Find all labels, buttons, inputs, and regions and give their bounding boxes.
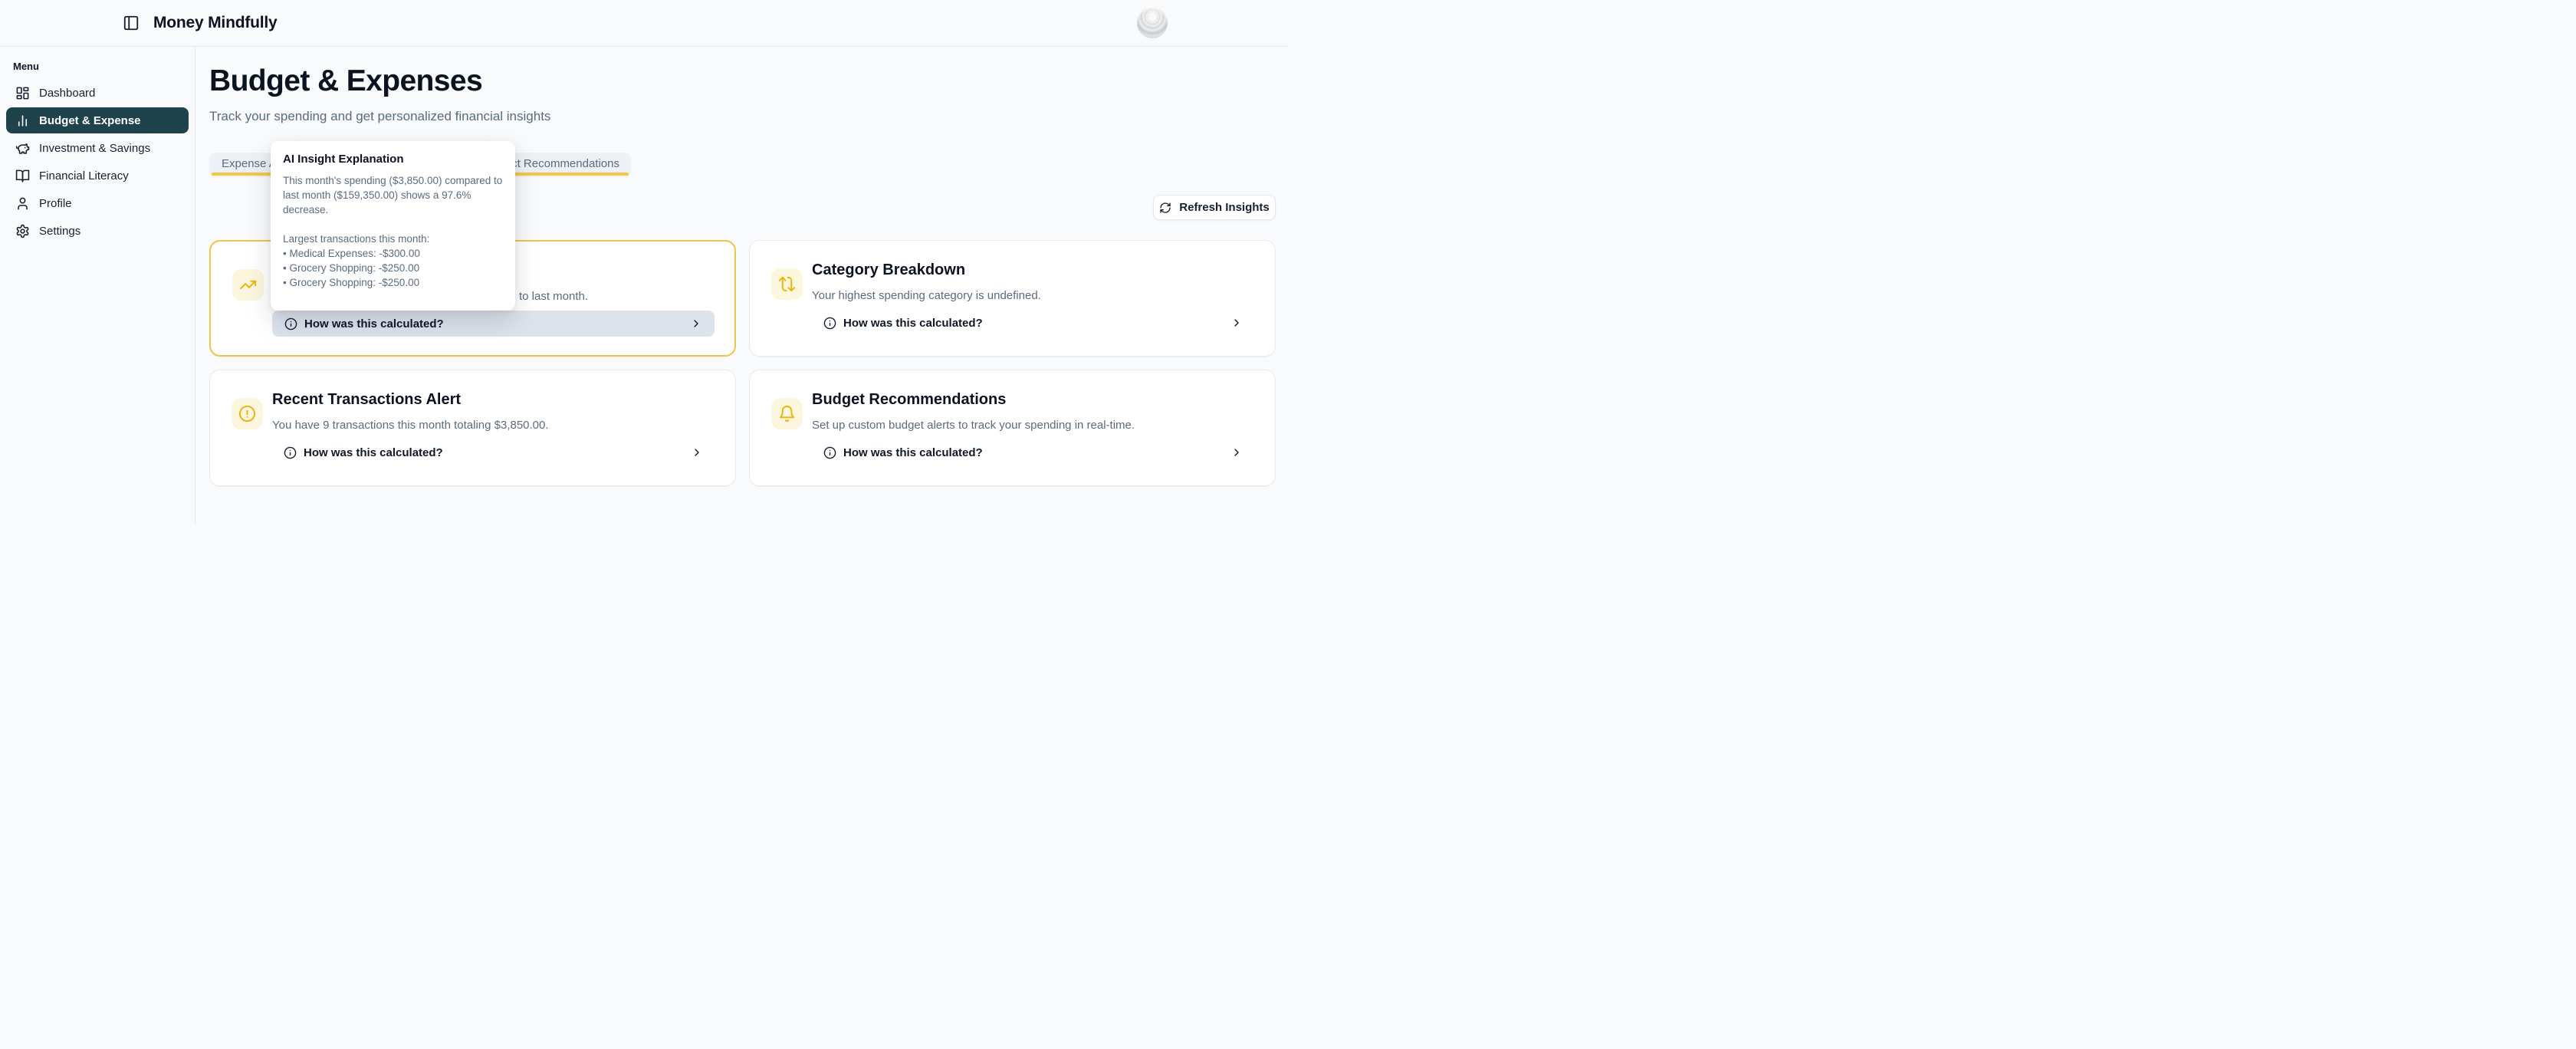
icon-tile: [771, 398, 803, 429]
card-description: to last month.: [519, 290, 588, 303]
how-calculated-row[interactable]: How was this calculated?: [272, 311, 715, 337]
how-calculated-row[interactable]: How was this calculated?: [811, 310, 1255, 336]
chevron-right-icon: [1230, 446, 1243, 459]
info-icon: [284, 446, 297, 459]
budget-recommendations-card: Budget Recommendations Set up custom bud…: [749, 370, 1276, 486]
card-description: Your highest spending category is undefi…: [812, 289, 1041, 302]
app-header: Money Mindfully: [0, 0, 1288, 47]
info-icon: [823, 446, 836, 459]
card-description: You have 9 transactions this month total…: [272, 419, 549, 432]
sidebar-item-label: Dashboard: [39, 87, 95, 100]
info-icon: [823, 317, 836, 330]
gear-icon: [15, 224, 30, 238]
refresh-insights-button[interactable]: Refresh Insights: [1153, 195, 1276, 220]
sidebar-item-dashboard[interactable]: Dashboard: [6, 80, 189, 106]
icon-tile: [771, 268, 803, 300]
repeat-icon: [778, 275, 796, 293]
how-calculated-label: How was this calculated?: [304, 317, 444, 330]
sidebar-item-label: Budget & Expense: [39, 114, 141, 127]
app-title: Money Mindfully: [153, 14, 278, 32]
card-description: Set up custom budget alerts to track you…: [812, 419, 1135, 432]
refresh-icon: [1159, 202, 1171, 214]
page-subtitle: Track your spending and get personalized…: [209, 109, 550, 124]
sidebar-item-financial-literacy[interactable]: Financial Literacy: [6, 163, 189, 189]
icon-tile: [232, 269, 264, 301]
bar-chart-icon: [15, 113, 30, 128]
how-calculated-row[interactable]: How was this calculated?: [811, 439, 1255, 465]
ai-insight-tooltip: AI Insight Explanation This month's spen…: [271, 141, 515, 311]
bell-icon: [778, 405, 796, 423]
info-icon: [284, 317, 297, 330]
card-title: Recent Transactions Alert: [272, 391, 461, 409]
how-calculated-label: How was this calculated?: [843, 317, 983, 330]
panel-left-icon: [123, 15, 140, 31]
sidebar-item-profile[interactable]: Profile: [6, 190, 189, 216]
tooltip-body: This month's spending ($3,850.00) compar…: [283, 173, 503, 290]
sidebar-item-label: Settings: [39, 225, 80, 238]
user-icon: [15, 196, 30, 211]
sidebar-toggle-button[interactable]: [123, 15, 140, 31]
recent-transactions-card: Recent Transactions Alert You have 9 tra…: [209, 370, 736, 486]
tooltip-title: AI Insight Explanation: [283, 153, 503, 166]
tab-product-recommendations[interactable]: ct Recommendations: [511, 153, 619, 174]
user-avatar[interactable]: [1137, 8, 1168, 38]
card-title: Budget Recommendations: [812, 391, 1006, 409]
category-breakdown-card: Category Breakdown Your highest spending…: [749, 240, 1276, 357]
chevron-right-icon: [1230, 317, 1243, 329]
chevron-right-icon: [690, 317, 702, 330]
how-calculated-row[interactable]: How was this calculated?: [271, 439, 715, 465]
card-title: Category Breakdown: [812, 261, 965, 279]
dashboard-icon: [15, 86, 30, 100]
icon-tile: [232, 398, 263, 429]
page-title: Budget & Expenses: [209, 64, 482, 98]
alert-circle-icon: [238, 405, 256, 423]
how-calculated-label: How was this calculated?: [304, 446, 443, 459]
sidebar-nav: Dashboard Budget & Expense Investment & …: [0, 80, 195, 244]
how-calculated-label: How was this calculated?: [843, 446, 983, 459]
piggy-bank-icon: [15, 141, 30, 156]
sidebar-item-label: Profile: [39, 197, 72, 210]
sidebar-item-label: Investment & Savings: [39, 142, 150, 155]
tab-expense-analysis[interactable]: Expense A: [222, 153, 277, 174]
sidebar-item-investment-savings[interactable]: Investment & Savings: [6, 135, 189, 161]
sidebar-menu-label: Menu: [13, 61, 195, 72]
book-open-icon: [15, 169, 30, 183]
refresh-insights-label: Refresh Insights: [1179, 201, 1270, 214]
sidebar-item-label: Financial Literacy: [39, 169, 129, 183]
trending-up-icon: [239, 276, 257, 294]
sidebar: Menu Dashboard Budget & Expense: [0, 48, 196, 524]
sidebar-item-budget-expense[interactable]: Budget & Expense: [6, 107, 189, 133]
sidebar-item-settings[interactable]: Settings: [6, 218, 189, 244]
chevron-right-icon: [691, 446, 703, 459]
